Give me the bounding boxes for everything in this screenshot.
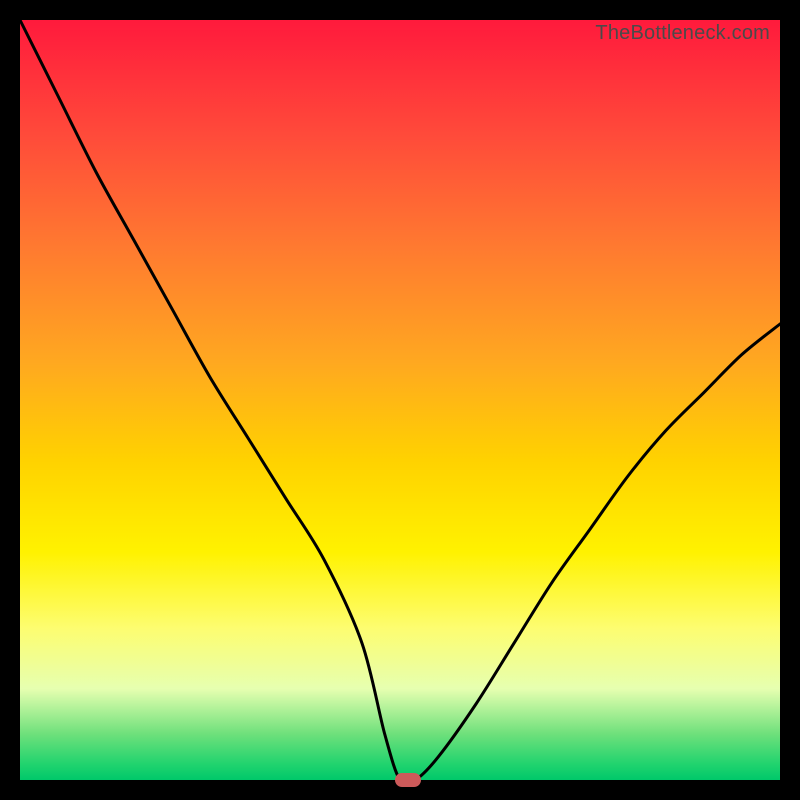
chart-frame: TheBottleneck.com [0,0,800,800]
optimum-marker [395,773,421,787]
bottleneck-curve [20,20,780,780]
plot-area: TheBottleneck.com [20,20,780,780]
